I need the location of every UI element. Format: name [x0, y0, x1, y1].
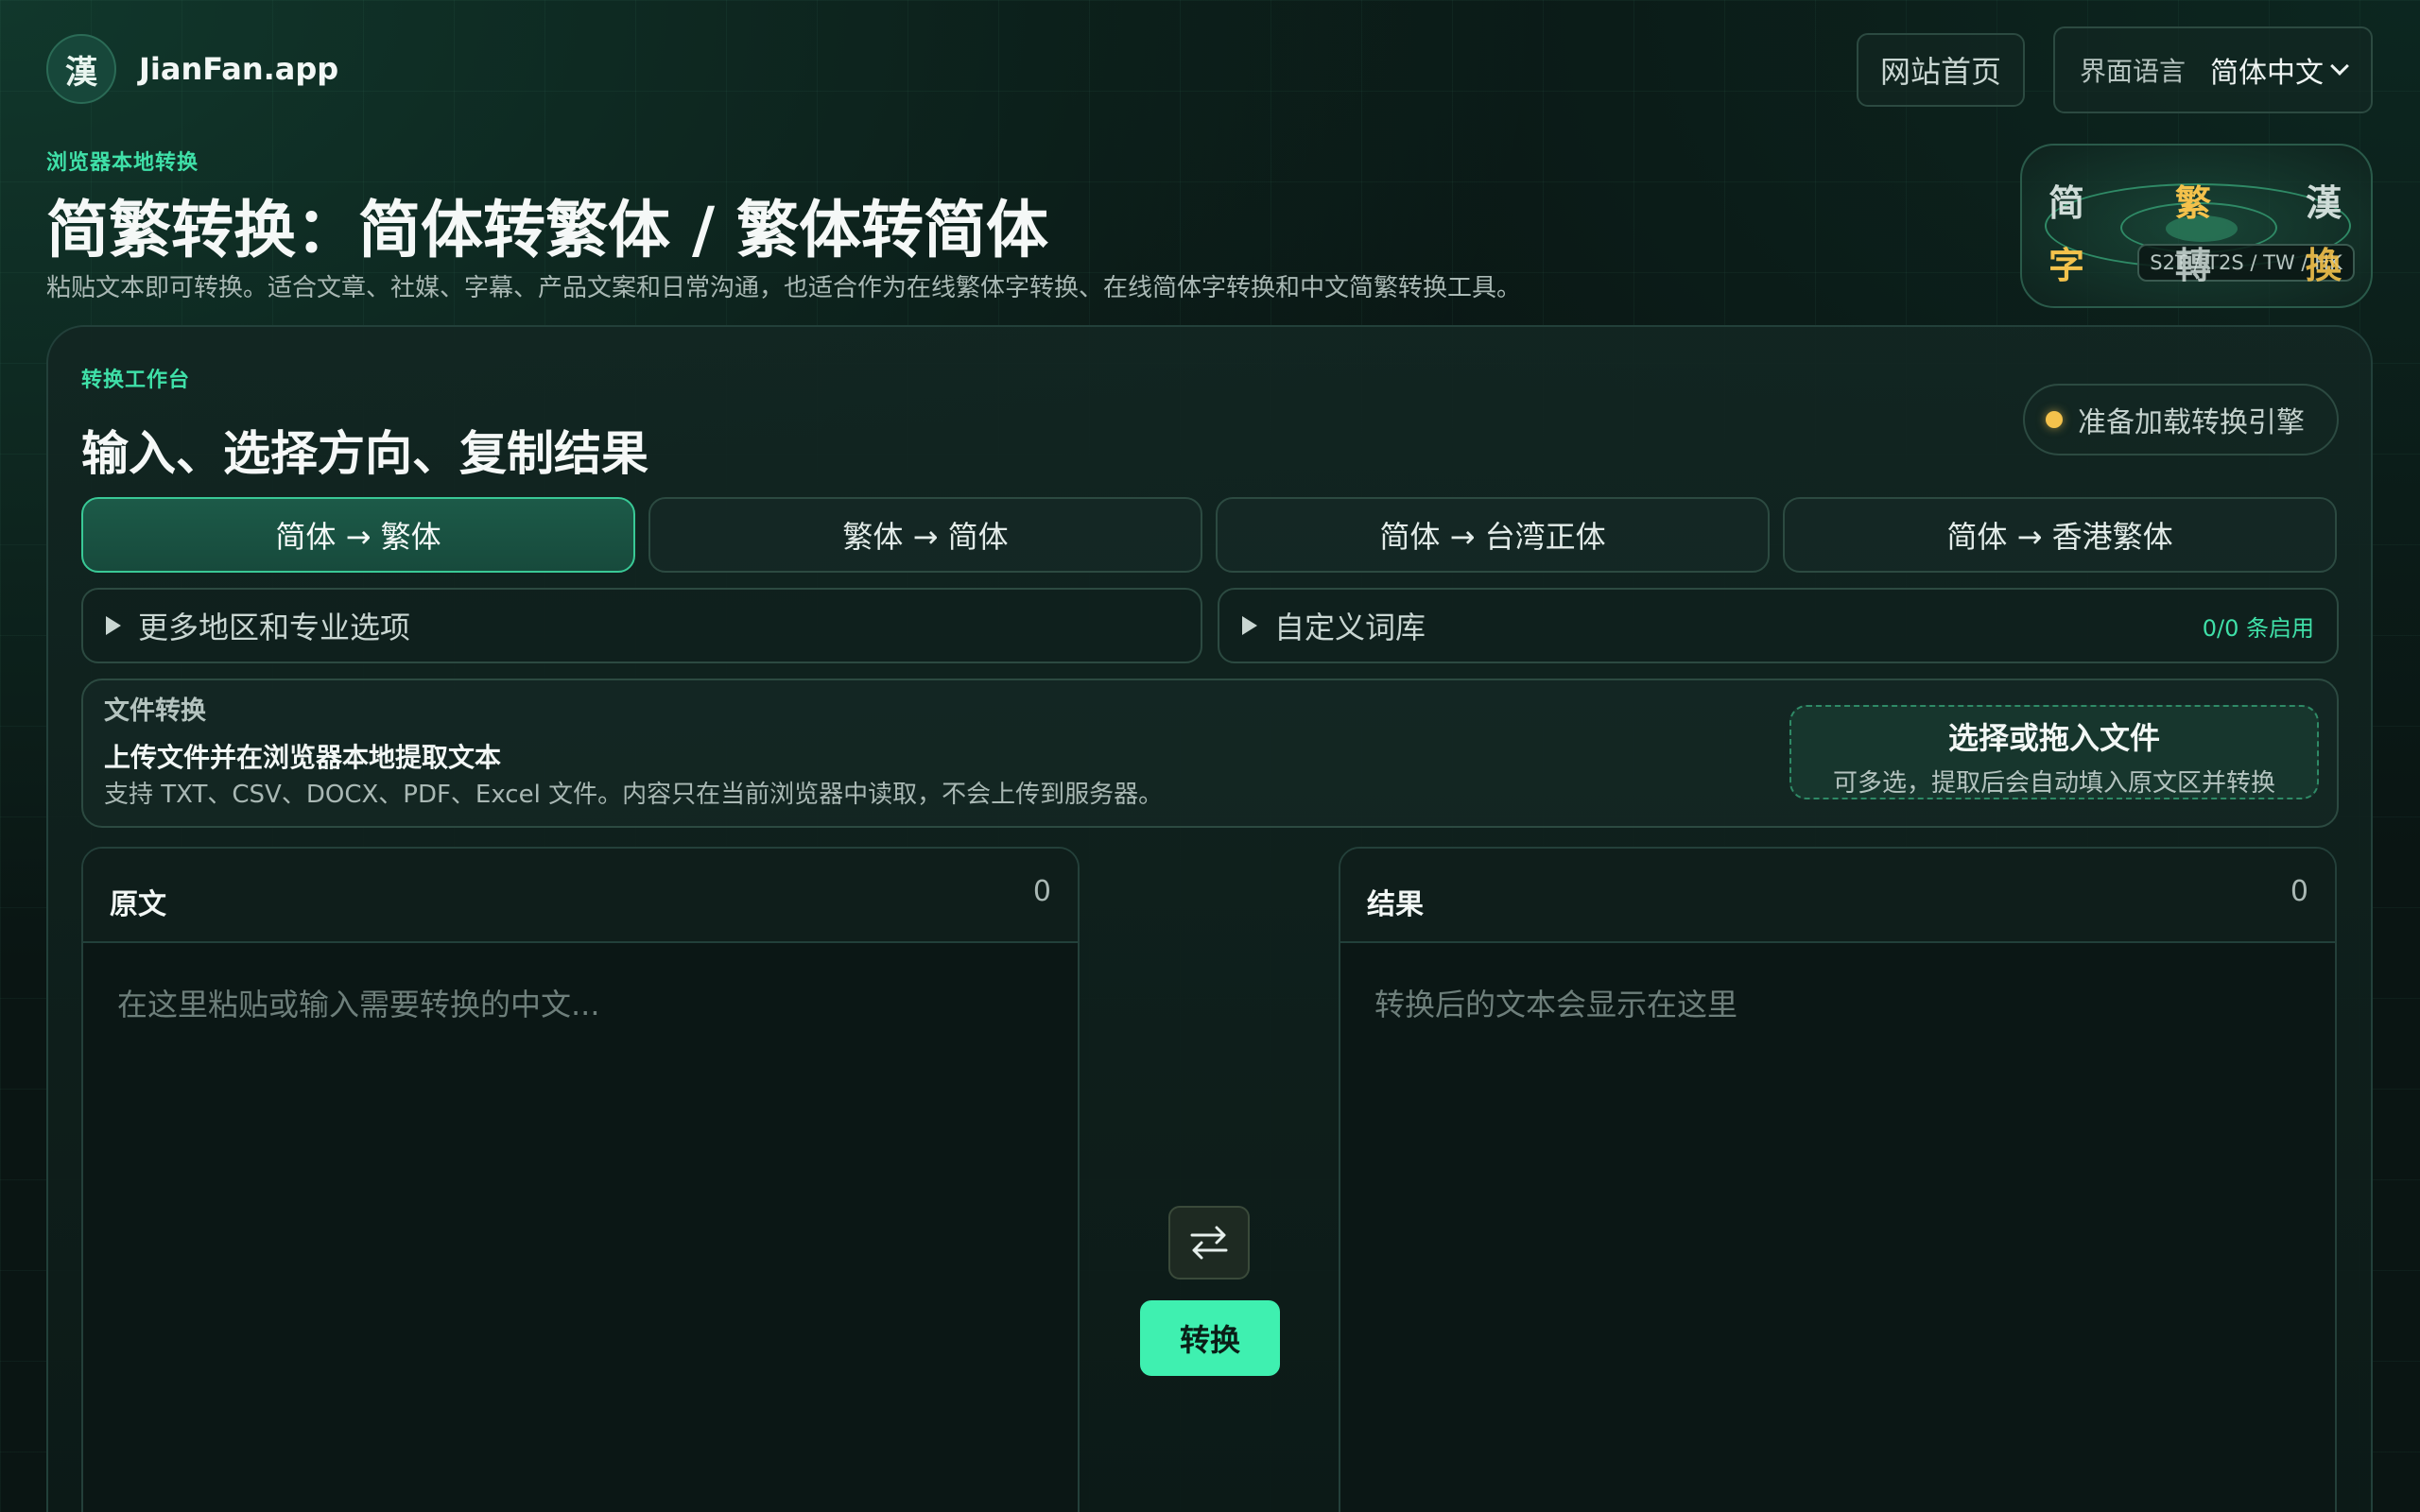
chevron-down-icon — [2330, 57, 2349, 76]
source-pane: 原文 0 — [81, 847, 1080, 1512]
language-switcher[interactable]: 界面语言 简体中文 — [2053, 26, 2373, 113]
convert-button[interactable]: 转换 — [1140, 1300, 1280, 1376]
swap-direction-button[interactable] — [1168, 1206, 1250, 1280]
language-select[interactable]: 简体中文 — [2210, 49, 2349, 91]
badge-char: 換 — [2306, 245, 2342, 286]
custom-dictionary-label: 自定义词库 — [1274, 610, 1426, 645]
source-char-count: 0 — [1032, 875, 1051, 908]
more-options-label: 更多地区和专业选项 — [138, 610, 411, 645]
brand-logo: 漢 — [46, 34, 116, 104]
status-dot-icon — [2046, 411, 2063, 428]
badge-char: 轉 — [2175, 245, 2212, 286]
file-section-title: 上传文件并在浏览器本地提取文本 — [104, 742, 502, 773]
file-section-desc: 支持 TXT、CSV、DOCX、PDF、Excel 文件。内容只在当前浏览器中读… — [104, 781, 1164, 809]
direction-s2tw-button[interactable]: 简体 → 台湾正体 — [1216, 497, 1770, 573]
swap-arrows-icon — [1190, 1226, 1228, 1260]
source-input[interactable] — [117, 981, 1044, 1510]
home-button[interactable]: 网站首页 — [1857, 33, 2025, 107]
hero-badge: 简 繁 漢 字 S2T / T2S / TW / HK 轉 換 — [2020, 144, 2373, 308]
badge-char: 字 — [2048, 245, 2085, 286]
badge-char: 繁 — [2175, 182, 2212, 224]
file-dropzone[interactable]: 选择或拖入文件 可多选，提取后会自动填入原文区并转换 — [1789, 705, 2319, 799]
result-output[interactable]: 转换后的文本会显示在这里 — [1374, 981, 1737, 1024]
page-subtitle: 粘贴文本即可转换。适合文章、社媒、字幕、产品文案和日常沟通，也适合作为在线繁体字… — [46, 274, 1522, 302]
file-section-label: 文件转换 — [104, 696, 206, 726]
result-char-count: 0 — [2290, 875, 2308, 908]
badge-char: 简 — [2048, 182, 2085, 224]
source-title: 原文 — [110, 888, 166, 921]
file-conversion-section: 文件转换 上传文件并在浏览器本地提取文本 支持 TXT、CSV、DOCX、PDF… — [81, 679, 2339, 828]
workbench-eyebrow: 转换工作台 — [81, 369, 191, 392]
direction-t2s-button[interactable]: 繁体 → 简体 — [648, 497, 1202, 573]
result-pane-header: 结果 0 — [1340, 849, 2335, 943]
direction-s2t-button[interactable]: 简体 → 繁体 — [81, 497, 635, 573]
engine-status: 准备加载转换引擎 — [2023, 384, 2339, 455]
expand-triangle-icon — [106, 616, 121, 635]
custom-dictionary-toggle[interactable]: 自定义词库 0/0 条启用 — [1218, 588, 2339, 663]
brand[interactable]: 漢 JianFan.app — [46, 34, 338, 104]
workbench-title: 输入、选择方向、复制结果 — [81, 426, 648, 481]
badge-char: 漢 — [2306, 182, 2342, 224]
result-title: 结果 — [1367, 888, 1424, 921]
file-drop-subtitle: 可多选，提取后会自动填入原文区并转换 — [1832, 769, 2275, 798]
brand-name: JianFan.app — [139, 51, 339, 87]
result-pane: 结果 0 转换后的文本会显示在这里 — [1339, 847, 2337, 1512]
direction-s2hk-button[interactable]: 简体 → 香港繁体 — [1783, 497, 2337, 573]
expand-triangle-icon — [1242, 616, 1257, 635]
dictionary-count: 0/0 条启用 — [2202, 614, 2314, 642]
status-text: 准备加载转换引擎 — [2078, 406, 2305, 439]
more-options-toggle[interactable]: 更多地区和专业选项 — [81, 588, 1202, 663]
file-drop-title: 选择或拖入文件 — [1947, 720, 2160, 756]
language-value: 简体中文 — [2210, 57, 2325, 90]
language-label: 界面语言 — [2080, 56, 2187, 87]
page-title: 简繁转换：简体转繁体 / 繁体转简体 — [46, 194, 1049, 266]
source-pane-header: 原文 0 — [83, 849, 1078, 943]
hero-eyebrow: 浏览器本地转换 — [46, 151, 199, 175]
